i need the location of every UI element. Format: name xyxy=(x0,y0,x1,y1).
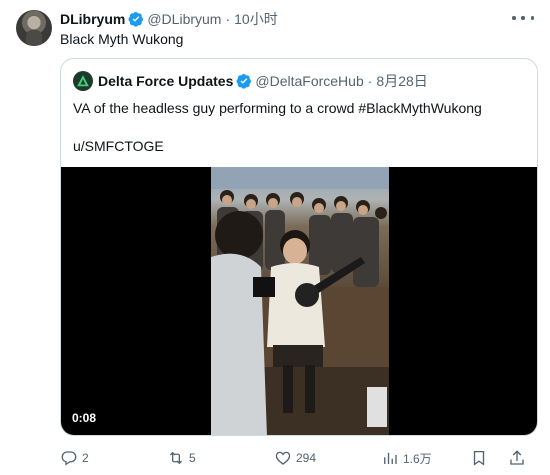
quoted-tweet[interactable]: Delta Force Updates @DeltaForceHub · 8月2… xyxy=(60,58,538,436)
separator-dot: · xyxy=(225,11,231,27)
author-name[interactable]: DLibryum xyxy=(60,11,125,27)
action-bar: 2 5 294 1.6万 xyxy=(60,448,538,468)
verified-badge-icon xyxy=(236,74,252,89)
share-button[interactable] xyxy=(508,448,530,468)
separator-dot: · xyxy=(367,73,373,89)
views-chart-icon xyxy=(384,452,397,464)
author-handle[interactable]: @DLibryum xyxy=(147,11,221,27)
quoted-author-name[interactable]: Delta Force Updates xyxy=(98,73,233,89)
quoted-post-time[interactable]: 8月28日 xyxy=(376,71,427,91)
quoted-avatar[interactable] xyxy=(73,71,93,91)
reply-count: 2 xyxy=(82,451,89,465)
avatar[interactable] xyxy=(16,10,52,46)
more-options-icon[interactable] xyxy=(512,10,534,26)
heart-icon xyxy=(275,451,291,465)
video-player[interactable]: 0:08 xyxy=(61,167,537,435)
retweet-icon xyxy=(169,451,183,465)
verified-badge-icon xyxy=(128,12,144,27)
delta-logo-icon xyxy=(77,75,89,87)
bookmark-button[interactable] xyxy=(470,448,492,468)
share-icon xyxy=(510,450,524,465)
tweet-header: DLibryum @DLibryum · 10小时 xyxy=(60,9,278,29)
views-button[interactable]: 1.6万 xyxy=(381,448,432,468)
crowd-scene-image xyxy=(211,167,389,435)
retweet-button[interactable]: 5 xyxy=(167,448,196,468)
tweet[interactable]: DLibryum @DLibryum · 10小时 Black Myth Wuk… xyxy=(0,0,550,475)
post-time[interactable]: 10小时 xyxy=(234,9,278,29)
reply-icon xyxy=(61,451,77,466)
like-button[interactable]: 294 xyxy=(274,448,316,468)
quoted-text: VA of the headless guy performing to a c… xyxy=(73,100,482,116)
quoted-author-handle[interactable]: @DeltaForceHub xyxy=(255,73,363,89)
video-duration: 0:08 xyxy=(72,411,97,425)
video-thumbnail xyxy=(211,167,389,435)
retweet-count: 5 xyxy=(189,451,196,465)
like-count: 294 xyxy=(296,451,317,465)
quoted-source: u/SMFCTOGE xyxy=(73,138,164,154)
reply-button[interactable]: 2 xyxy=(60,448,89,468)
view-count: 1.6万 xyxy=(403,451,432,466)
quoted-header: Delta Force Updates @DeltaForceHub · 8月2… xyxy=(73,71,428,91)
bookmark-icon xyxy=(473,450,485,466)
tweet-text: Black Myth Wukong xyxy=(60,31,184,47)
